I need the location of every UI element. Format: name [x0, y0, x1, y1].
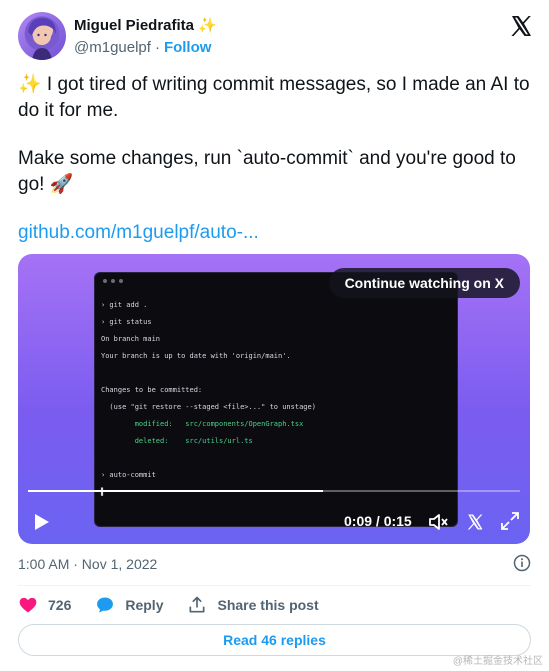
share-label: Share this post: [217, 597, 319, 613]
share-icon: [189, 596, 205, 613]
author-name[interactable]: Miguel Piedrafita: [74, 17, 194, 34]
reply-label: Reply: [125, 597, 164, 613]
tweet-body: ✨ I got tired of writing commit messages…: [18, 72, 530, 246]
terminal-line: modified: src/components/OpenGraph.tsx: [101, 420, 304, 428]
terminal-line: ▌: [101, 488, 106, 496]
info-icon[interactable]: [513, 554, 531, 572]
volume-icon[interactable]: [428, 513, 448, 531]
sparkle-icon: ✨: [198, 17, 217, 34]
reply-bubble-icon: [97, 597, 114, 613]
name-row: Miguel Piedrafita ✨: [74, 16, 217, 35]
fullscreen-icon[interactable]: [500, 511, 520, 531]
window-controls: [103, 279, 123, 283]
reply-button[interactable]: Reply: [95, 595, 163, 615]
share-button[interactable]: Share this post: [187, 595, 319, 615]
terminal-line: › auto-commit: [101, 471, 156, 479]
tweet-timestamp[interactable]: 1:00 AM · Nov 1, 2022: [18, 556, 157, 572]
like-button[interactable]: 726: [18, 595, 71, 615]
video-progress-fill: [28, 490, 324, 492]
separator-dot: ·: [154, 39, 160, 56]
terminal-line: Changes to be committed:: [101, 386, 203, 394]
tweet-paragraph-1: ✨ I got tired of writing commit messages…: [18, 74, 530, 121]
follow-button[interactable]: Follow: [164, 39, 212, 56]
handle-row: @m1guelpf · Follow: [74, 39, 211, 56]
terminal-line: Your branch is up to date with 'origin/m…: [101, 352, 291, 360]
video-player[interactable]: › git add . › git status On branch main You…: [18, 254, 530, 544]
heart-icon: [19, 597, 37, 613]
divider: [18, 585, 531, 586]
watermark: @稀土掘金技术社区: [452, 656, 543, 667]
terminal-output: › git add . › git status On branch main You…: [101, 297, 316, 501]
terminal-line: (use "git restore --staged <file>..." to…: [101, 403, 316, 411]
terminal-line: › git add .: [101, 301, 148, 309]
continue-watching-button[interactable]: Continue watching on X: [328, 268, 520, 298]
terminal-line: On branch main: [101, 335, 161, 343]
author-handle[interactable]: @m1guelpf: [74, 39, 151, 56]
terminal-window: › git add . › git status On branch main You…: [94, 272, 458, 527]
tweet-link[interactable]: github.com/m1guelpf/auto-...: [18, 222, 259, 243]
video-time: 0:09 / 0:15: [344, 513, 412, 529]
play-icon[interactable]: [34, 513, 50, 531]
x-video-icon[interactable]: [466, 513, 484, 531]
video-progress-bar[interactable]: [28, 490, 520, 492]
action-bar: 726 Reply Share this post: [18, 595, 343, 615]
tweet-header: Miguel Piedrafita ✨ @m1guelpf · Follow: [18, 12, 533, 62]
tweet-paragraph-2: Make some changes, run `auto-commit` and…: [18, 148, 516, 195]
terminal-line: deleted: src/utils/url.ts: [101, 437, 253, 445]
like-count: 726: [48, 597, 72, 613]
avatar[interactable]: [18, 12, 66, 60]
terminal-line: › git status: [101, 318, 152, 326]
x-logo-icon[interactable]: [509, 14, 533, 38]
